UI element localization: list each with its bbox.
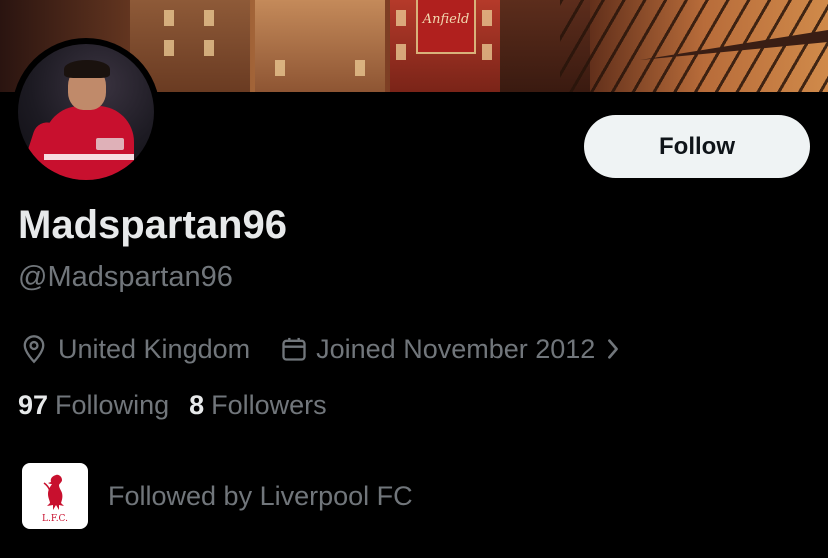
- followed-by-text: Followed by Liverpool FC: [108, 480, 413, 511]
- joined-item[interactable]: Joined November 2012: [250, 334, 621, 365]
- following-label: Following: [55, 390, 170, 420]
- anfield-sign: Anfield: [416, 0, 476, 54]
- lfc-logo-text: L.F.C.: [42, 514, 68, 524]
- location-pin-icon: [23, 335, 45, 364]
- avatar-hair: [64, 60, 110, 78]
- avatar-image: [18, 44, 154, 180]
- anfield-sign-text: Anfield: [422, 12, 470, 27]
- followers-label: Followers: [211, 390, 327, 420]
- location-item: United Kingdom: [20, 334, 250, 365]
- avatar-sponsor: [96, 138, 124, 150]
- display-name: Madspartan96: [18, 203, 287, 247]
- followers-count: 8: [189, 390, 205, 420]
- avatar-shirt-stripe: [44, 154, 134, 160]
- follow-stats: 97 Following 8 Followers: [18, 390, 327, 421]
- avatar[interactable]: [12, 38, 160, 186]
- user-handle: @Madspartan96: [18, 261, 233, 293]
- stadium-truss: [560, 0, 828, 92]
- location-text: United Kingdom: [58, 333, 251, 364]
- chevron-right-icon: [608, 339, 619, 359]
- following-count: 97: [18, 390, 49, 420]
- calendar-icon: [282, 337, 306, 361]
- following-link[interactable]: 97 Following: [18, 390, 169, 421]
- banner-building: [255, 0, 385, 92]
- follow-button[interactable]: Follow: [584, 115, 810, 178]
- followed-by-row[interactable]: L.F.C. Followed by Liverpool FC: [22, 463, 413, 529]
- profile-meta: United Kingdom Joined November 2012: [20, 330, 621, 368]
- liverpool-fc-logo: L.F.C.: [22, 463, 88, 529]
- liverbird-crest-icon: L.F.C.: [42, 474, 68, 524]
- joined-text: Joined November 2012: [316, 333, 596, 364]
- followers-link[interactable]: 8 Followers: [189, 390, 327, 421]
